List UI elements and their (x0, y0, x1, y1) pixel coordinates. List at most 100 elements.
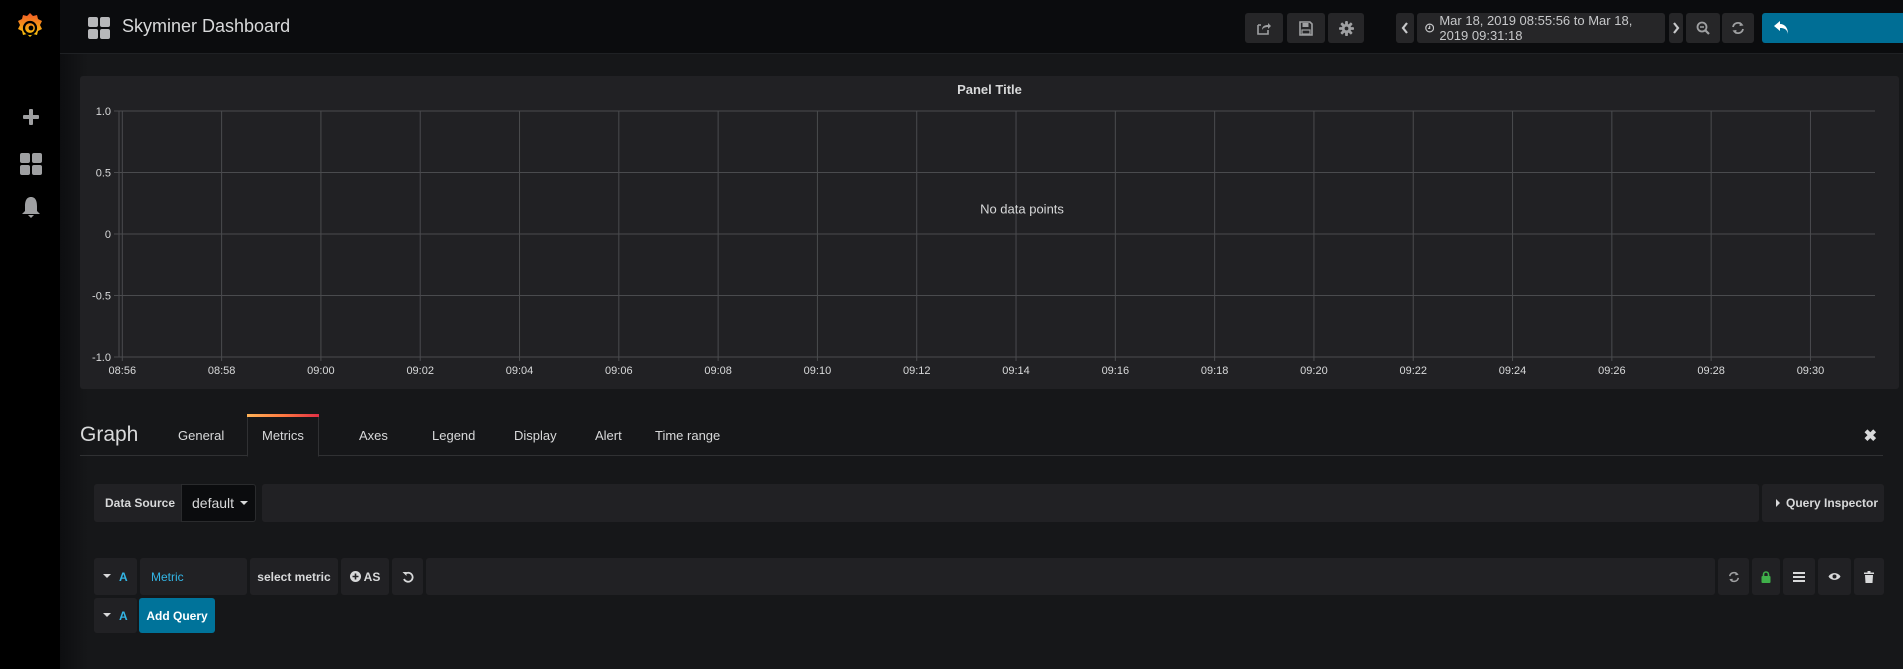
refresh-query-button[interactable] (1718, 558, 1749, 595)
query-inspector-button[interactable]: Query Inspector (1762, 484, 1884, 522)
caret-down-icon (103, 613, 111, 617)
dashboards-icon[interactable] (18, 151, 44, 177)
metric-label: Metric (151, 569, 184, 584)
metric-field[interactable]: Metric (140, 558, 247, 595)
dashboard-title[interactable]: Skyminer Dashboard (122, 16, 290, 37)
save-button[interactable] (1287, 13, 1325, 43)
tab-axes[interactable]: Axes (345, 414, 402, 456)
undo-icon (402, 571, 414, 583)
add-query-button[interactable]: Add Query (139, 598, 215, 633)
time-forward-button[interactable] (1669, 13, 1683, 43)
x-tick-label: 09:00 (307, 365, 335, 377)
graph-chart: 1.0 0.5 0 -0.5 -1.008:56 08:58 09:00 09:02 09:04… (92, 106, 1875, 377)
lock-button[interactable] (1752, 558, 1780, 595)
caret-right-icon (1776, 499, 1780, 507)
reply-arrow-icon (1774, 21, 1788, 34)
time-picker-button[interactable]: Mar 18, 2019 08:55:56 to Mar 18, 2019 09… (1417, 13, 1665, 43)
undo-button[interactable] (392, 558, 423, 595)
panel-editor-header: Graph General Metrics Axes Legend Displa… (80, 414, 1883, 457)
x-tick-label: 08:56 (109, 365, 137, 377)
zoom-out-icon (1696, 21, 1710, 35)
query-filler (426, 558, 1715, 595)
chevron-right-icon (1673, 22, 1680, 34)
x-tick-label: 09:04 (506, 365, 534, 377)
graph-panel: Panel Title 1.0 0.5 0 -0.5 -1.0 08:56 08:58 09:… (80, 76, 1899, 389)
side-menu (0, 0, 60, 669)
x-tick-label: 09:20 (1300, 365, 1328, 377)
datasource-row: Data Source default Query Inspector (94, 484, 1884, 522)
tab-time-range[interactable]: Time range (641, 414, 734, 456)
gear-icon (1338, 20, 1354, 36)
share-icon (1257, 23, 1271, 35)
tab-display[interactable]: Display (500, 414, 571, 456)
close-editor-icon[interactable]: ✖ (1864, 426, 1877, 446)
query-ref-id: A (119, 569, 128, 584)
as-label: AS (363, 569, 381, 584)
x-tick-label: 09:08 (704, 365, 732, 377)
query-collapse-toggle[interactable]: A (94, 558, 137, 595)
y-tick-label: 1.0 (96, 106, 111, 118)
refresh-button[interactable] (1722, 13, 1754, 43)
time-back-button[interactable] (1396, 13, 1414, 43)
x-tick-label: 09:14 (1002, 365, 1030, 377)
query-row: A Metric select metric AS (94, 558, 1884, 595)
zoom-out-button[interactable] (1686, 13, 1720, 43)
datasource-value: default (192, 495, 235, 511)
query-menu-button[interactable] (1783, 558, 1815, 595)
editor-title: Graph (80, 423, 139, 446)
save-icon (1299, 20, 1313, 36)
create-icon[interactable] (18, 104, 44, 130)
tab-general[interactable]: General (164, 414, 238, 456)
eye-icon (1828, 573, 1841, 580)
refresh-icon (1728, 571, 1739, 582)
share-button[interactable] (1245, 13, 1283, 43)
no-data-message: No data points (980, 201, 1064, 216)
lock-icon (1761, 570, 1771, 583)
refresh-icon (1732, 22, 1744, 34)
datasource-label: Data Source (94, 484, 181, 522)
settings-button[interactable] (1328, 13, 1364, 43)
tab-alert[interactable]: Alert (581, 414, 636, 456)
back-to-dashboard-button[interactable] (1762, 13, 1903, 43)
x-tick-label: 09:22 (1399, 365, 1427, 377)
delete-query-button[interactable] (1854, 558, 1884, 595)
query-inspector-label: Query Inspector (1786, 496, 1879, 510)
x-tick-label: 09:06 (605, 365, 633, 377)
plus-circle-icon (349, 571, 361, 582)
datasource-filler (262, 484, 1759, 522)
add-query-row: A Add Query (94, 598, 218, 633)
time-range-text: Mar 18, 2019 08:55:56 to Mar 18, 2019 09… (1439, 13, 1633, 43)
add-alias-button[interactable]: AS (341, 558, 389, 595)
add-query-collapse-toggle[interactable]: A (94, 598, 137, 633)
tab-legend[interactable]: Legend (418, 414, 489, 456)
y-tick-label: -0.5 (92, 291, 111, 303)
clock-icon (1425, 23, 1435, 33)
datasource-select[interactable]: default (181, 484, 256, 522)
caret-down-icon (103, 574, 111, 578)
toggle-visibility-button[interactable] (1818, 558, 1851, 595)
tab-metrics[interactable]: Metrics (247, 414, 319, 457)
x-tick-label: 08:58 (208, 365, 236, 377)
chevron-left-icon (1401, 22, 1408, 34)
caret-down-icon (240, 500, 249, 505)
y-tick-label: 0.5 (96, 168, 111, 180)
x-tick-label: 09:16 (1102, 365, 1130, 377)
x-tick-label: 09:18 (1201, 365, 1229, 377)
add-query-ref-id: A (119, 608, 128, 623)
x-tick-label: 09:26 (1598, 365, 1626, 377)
x-tick-label: 09:28 (1697, 365, 1725, 377)
x-tick-label: 09:30 (1797, 365, 1825, 377)
x-tick-label: 09:02 (406, 365, 434, 377)
trash-icon (1864, 570, 1874, 583)
hamburger-icon (1793, 571, 1805, 582)
x-tick-label: 09:12 (903, 365, 931, 377)
navbar: Skyminer Dashboard Mar 18, 2019 08:55:56… (60, 0, 1903, 54)
y-tick-label: -1.0 (92, 352, 111, 364)
x-tick-label: 09:24 (1499, 365, 1527, 377)
bell-icon[interactable] (18, 194, 44, 220)
dashboard-grid-icon (88, 17, 110, 39)
select-metric-button[interactable]: select metric (250, 558, 338, 595)
x-tick-label: 09:10 (804, 365, 832, 377)
y-tick-label: 0 (105, 229, 111, 241)
grafana-logo-icon[interactable] (12, 10, 48, 46)
